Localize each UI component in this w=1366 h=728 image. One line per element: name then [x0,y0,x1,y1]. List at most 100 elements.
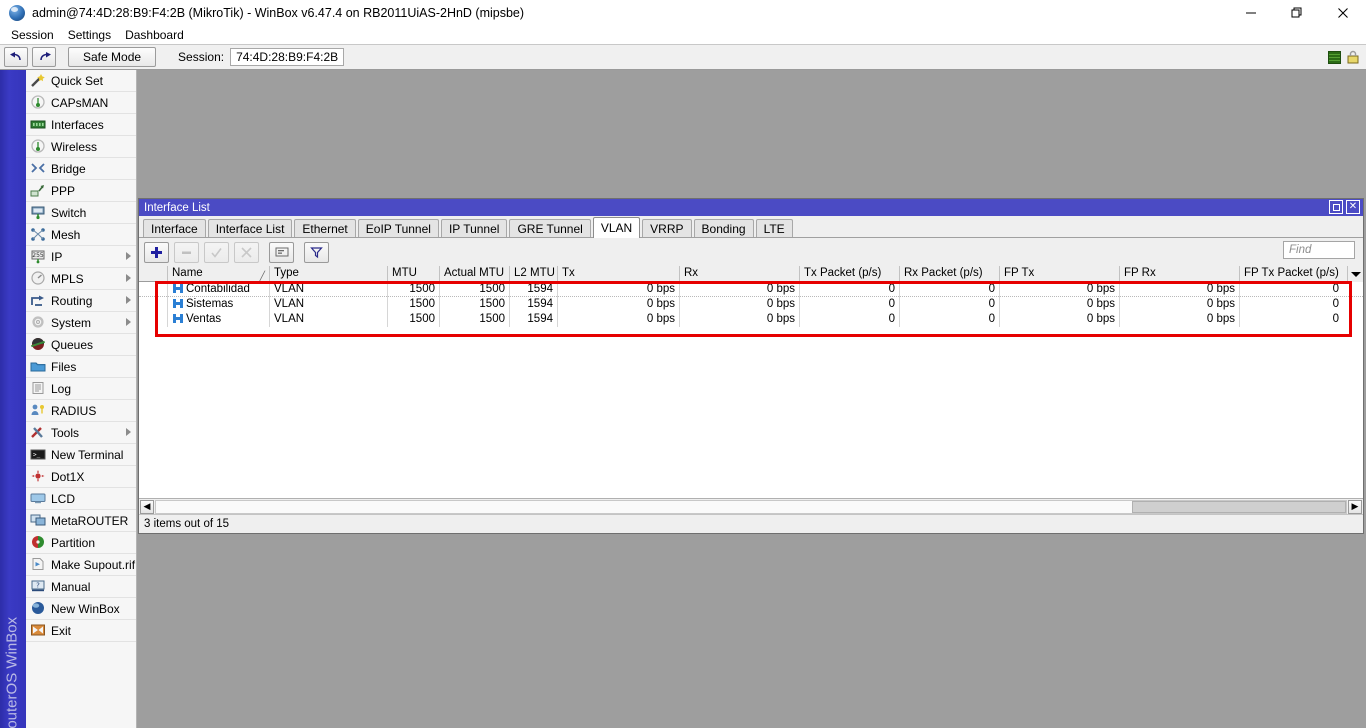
column-header-fp-tx[interactable]: FP Tx [999,266,1119,282]
routing-icon [30,293,47,309]
maximize-restore-button[interactable] [1274,0,1320,26]
disable-button[interactable] [234,242,259,263]
bridge-icon [30,161,47,177]
supout-icon [30,557,47,573]
sidebar-item-radius[interactable]: RADIUS [26,400,136,422]
sidebar-item-mpls[interactable]: MPLS [26,268,136,290]
menu-settings[interactable]: Settings [61,27,118,43]
tab-interface[interactable]: Interface [143,219,206,237]
scrollbar-thumb[interactable] [1132,501,1346,513]
brand-text-wrap: RouterOS WinBox [0,568,26,728]
session-value[interactable]: 74:4D:28:B9:F4:2B [230,48,344,66]
sidebar-item-files[interactable]: Files [26,356,136,378]
tab-gre-tunnel[interactable]: GRE Tunnel [509,219,590,237]
sidebar-item-system[interactable]: System [26,312,136,334]
column-header-rx[interactable]: Rx [679,266,799,282]
column-header-icon[interactable] [139,266,167,282]
sidebar-item-exit[interactable]: Exit [26,620,136,642]
sidebar-item-new-terminal[interactable]: >_New Terminal [26,444,136,466]
filter-button[interactable] [304,242,329,263]
sidebar-item-label: Tools [51,426,79,440]
sidebar-item-routing[interactable]: Routing [26,290,136,312]
column-header-l2-mtu[interactable]: L2 MTU [509,266,557,282]
sidebar-item-partition[interactable]: Partition [26,532,136,554]
sidebar-item-metarouter[interactable]: MetaROUTER [26,510,136,532]
sidebar-item-interfaces[interactable]: Interfaces [26,114,136,136]
window-controls [1228,0,1366,26]
comment-button[interactable] [269,242,294,263]
sidebar-item-make-supout-rif[interactable]: Make Supout.rif [26,554,136,576]
undo-button[interactable] [4,47,28,67]
table-row[interactable]: VentasVLAN1500150015940 bps0 bps000 bps0… [139,312,1363,327]
sidebar-item-log[interactable]: Log [26,378,136,400]
window-maximize-icon[interactable] [1329,200,1343,214]
sidebar-item-label: Partition [51,536,95,550]
vlan-icon [172,313,184,323]
sidebar-item-capsman[interactable]: CAPsMAN [26,92,136,114]
menu-session[interactable]: Session [4,27,61,43]
tab-eoip-tunnel[interactable]: EoIP Tunnel [358,219,439,237]
menu-dashboard[interactable]: Dashboard [118,27,191,43]
safe-mode-button[interactable]: Safe Mode [68,47,156,67]
sidebar-item-tools[interactable]: Tools [26,422,136,444]
enable-button[interactable] [204,242,229,263]
column-header-fp-rx[interactable]: FP Rx [1119,266,1239,282]
cell-tx: 0 bps [557,297,679,312]
sidebar-item-bridge[interactable]: Bridge [26,158,136,180]
column-header-name[interactable]: Name╱ [167,266,269,282]
svg-text:255: 255 [32,252,44,259]
redo-button[interactable] [32,47,56,67]
column-header-mtu[interactable]: MTU [387,266,439,282]
tab-interface-list[interactable]: Interface List [208,219,293,237]
column-header-type[interactable]: Type [269,266,387,282]
tab-ethernet[interactable]: Ethernet [294,219,355,237]
remove-button[interactable] [174,242,199,263]
find-input[interactable]: Find [1283,241,1355,259]
submenu-arrow-icon [126,428,131,436]
sort-ascending-icon: ╱ [260,269,265,282]
add-button[interactable] [144,242,169,263]
column-header-tx[interactable]: Tx [557,266,679,282]
close-button[interactable] [1320,0,1366,26]
scrollbar-track[interactable] [155,500,1347,514]
column-header-rx-packet-p-s[interactable]: Rx Packet (p/s) [899,266,999,282]
system-gear-icon [30,315,47,331]
sidebar-item-queues[interactable]: Queues [26,334,136,356]
sidebar-item-quick-set[interactable]: Quick Set [26,70,136,92]
sidebar-item-mesh[interactable]: Mesh [26,224,136,246]
table-body: ContabilidadVLAN1500150015940 bps0 bps00… [139,282,1363,327]
wireless-icon [30,139,47,155]
tab-vlan[interactable]: VLAN [593,217,640,238]
interfaces-icon [30,117,47,133]
cell-mtu: 1500 [387,282,439,297]
column-header-fp-tx-packet-p-s[interactable]: FP Tx Packet (p/s) [1239,266,1343,282]
tab-ip-tunnel[interactable]: IP Tunnel [441,219,507,237]
table-row[interactable]: ContabilidadVLAN1500150015940 bps0 bps00… [139,282,1363,297]
tab-lte[interactable]: LTE [756,219,793,237]
metarouter-icon [30,513,47,529]
sidebar-item-lcd[interactable]: LCD [26,488,136,510]
horizontal-scrollbar[interactable]: ◀ ▶ [139,498,1363,514]
column-header-actual-mtu[interactable]: Actual MTU [439,266,509,282]
sidebar-item-dot1x[interactable]: Dot1X [26,466,136,488]
sidebar-item-new-winbox[interactable]: New WinBox [26,598,136,620]
column-header-tx-packet-p-s[interactable]: Tx Packet (p/s) [799,266,899,282]
tab-bonding[interactable]: Bonding [694,219,754,237]
cell-name: Contabilidad [167,282,269,297]
table-row[interactable]: SistemasVLAN1500150015940 bps0 bps000 bp… [139,297,1363,312]
sidebar-item-ip[interactable]: 255IP [26,246,136,268]
sidebar-item-label: Log [51,382,71,396]
window-close-icon[interactable]: ✕ [1346,200,1360,214]
sidebar-item-ppp[interactable]: PPP [26,180,136,202]
column-chooser-dropdown-icon[interactable] [1347,266,1363,282]
radius-icon [30,403,47,419]
sidebar-item-switch[interactable]: Switch [26,202,136,224]
sidebar-item-manual[interactable]: ?Manual [26,576,136,598]
cell-fp-tx-packet: 0 [1239,297,1343,312]
sidebar-item-wireless[interactable]: Wireless [26,136,136,158]
scroll-left-arrow-icon[interactable]: ◀ [140,500,154,514]
scroll-right-arrow-icon[interactable]: ▶ [1348,500,1362,514]
minimize-button[interactable] [1228,0,1274,26]
tab-vrrp[interactable]: VRRP [642,219,691,237]
dot1x-icon [30,469,47,485]
